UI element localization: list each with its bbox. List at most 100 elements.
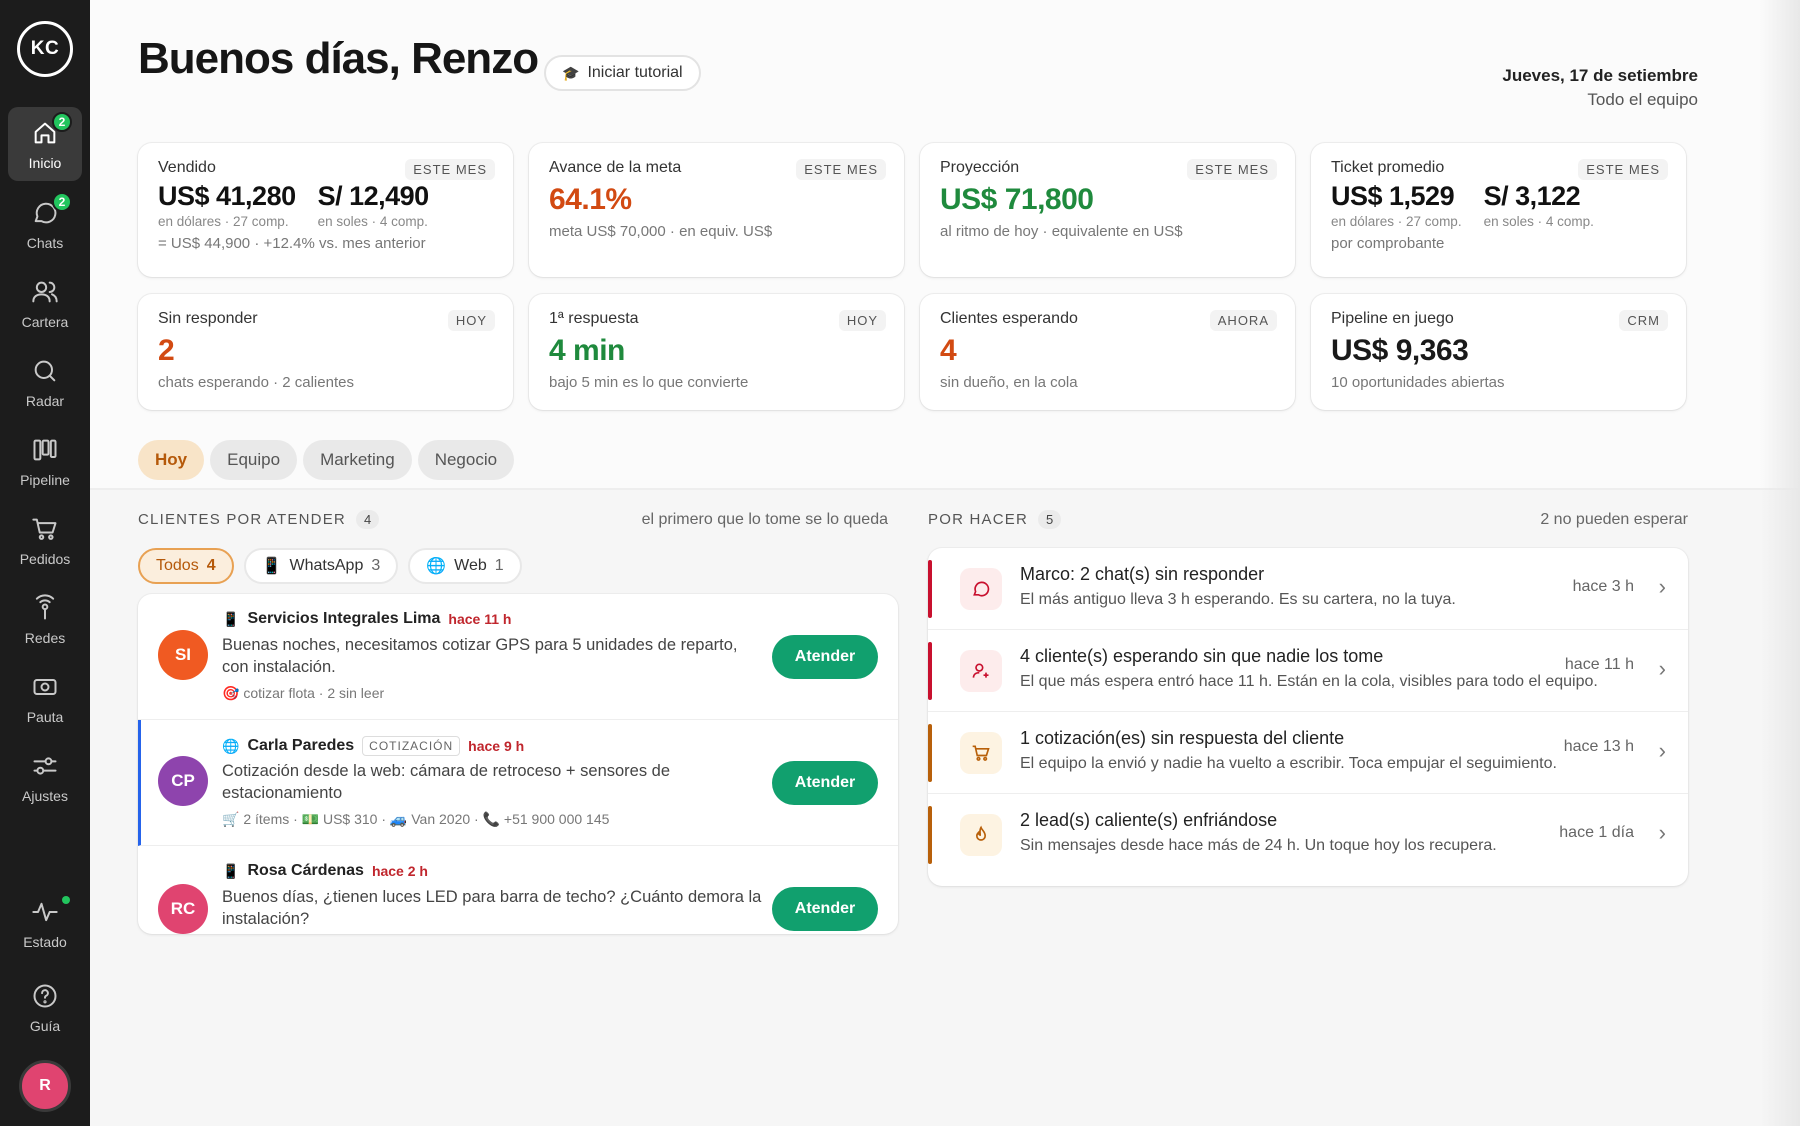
card-subtitle: chats esperando · 2 calientes	[158, 374, 354, 391]
client-meta: 🛒 2 ítems · 💵 US$ 310 · 🚙 Van 2020 · 📞 +…	[222, 811, 610, 827]
client-name: Rosa Cárdenas	[247, 862, 364, 879]
section-count: 4	[355, 510, 380, 529]
status-dot	[62, 896, 70, 904]
list-item[interactable]: RC 📱 Rosa Cárdenas hace 2 h Buenos días,…	[138, 846, 898, 934]
ticket-pen-sub: en soles · 4 comp.	[1483, 214, 1594, 229]
whatsapp-icon: 📱	[222, 610, 240, 627]
attend-button[interactable]: Atender	[772, 887, 878, 931]
pipeline-value: US$ 9,363	[1331, 334, 1469, 367]
sidebar-item-radar[interactable]: Radar	[8, 345, 82, 419]
sidebar-item-label: Cartera	[21, 314, 69, 330]
todo-item[interactable]: 2 lead(s) caliente(s) enfriándose Sin me…	[928, 794, 1688, 876]
channel-filters: Todos 4 📱 WhatsApp 3 🌐 Web 1	[138, 548, 522, 584]
todo-subtitle: El equipo la envió y nadie ha vuelto a e…	[1020, 755, 1557, 772]
ads-icon	[33, 679, 57, 695]
waiting-time: hace 9 h	[468, 738, 525, 754]
card-subtitle: meta US$ 70,000 · en equiv. US$	[549, 223, 773, 240]
sidebar-item-ajustes[interactable]: Ajustes	[8, 740, 82, 814]
sidebar-item-pauta[interactable]: Pauta	[8, 661, 82, 735]
tab-marketing[interactable]: Marketing	[303, 440, 412, 480]
filter-count: 3	[371, 557, 381, 574]
todo-time: hace 1 día	[1559, 824, 1634, 841]
tutorial-label: Iniciar tutorial	[587, 64, 683, 81]
sidebar-item-cartera[interactable]: Cartera	[8, 266, 82, 340]
card-ticket[interactable]: Ticket promedio ESTE MES US$ 1,529 en dól…	[1311, 143, 1686, 277]
todo-title: 1 cotización(es) sin respuesta del clien…	[1020, 728, 1345, 748]
flame-icon	[960, 814, 1002, 856]
sales-usd: US$ 41,280	[158, 181, 296, 211]
card-tag: ESTE MES	[405, 159, 495, 180]
filter-label: Todos	[156, 557, 199, 574]
card-meta[interactable]: Avance de la meta ESTE MES 64.1% meta US…	[529, 143, 904, 277]
user-avatar[interactable]: R	[19, 1060, 71, 1112]
sidebar-item-estado[interactable]: Estado	[8, 886, 82, 960]
user-plus-icon	[960, 650, 1002, 692]
card-sin-responder[interactable]: Sin responder HOY 2 chats esperando · 2 …	[138, 294, 513, 410]
todo-item[interactable]: 1 cotización(es) sin respuesta del clien…	[928, 712, 1688, 794]
list-item[interactable]: CP 🌐 Carla Paredes COTIZACIÓN hace 9 h C…	[138, 720, 898, 846]
sidebar-item-label: Estado	[23, 934, 67, 950]
todo-title: Marco: 2 chat(s) sin responder	[1020, 564, 1265, 584]
team-scope[interactable]: Todo el equipo	[1587, 90, 1698, 110]
todo-item[interactable]: Marco: 2 chat(s) sin responder El más an…	[928, 548, 1688, 630]
client-message: Cotización desde la web: cámara de retro…	[222, 762, 671, 802]
help-icon	[33, 984, 57, 1008]
card-subtitle: sin dueño, en la cola	[940, 374, 1078, 391]
card-proyeccion[interactable]: Proyección ESTE MES US$ 71,800 al ritmo …	[920, 143, 1295, 277]
tab-equipo[interactable]: Equipo	[210, 440, 298, 480]
todo-title: 4 cliente(s) esperando sin que nadie los…	[1020, 646, 1384, 666]
sidebar-item-redes[interactable]: Redes	[8, 582, 82, 656]
tab-hoy[interactable]: Hoy	[138, 440, 205, 480]
filter-web[interactable]: 🌐 Web 1	[408, 548, 522, 584]
sidebar-item-chats[interactable]: 2 Chats	[8, 187, 82, 261]
todo-section-title: POR HACER 5	[928, 510, 1062, 529]
filter-count: 1	[494, 557, 504, 574]
quote-tag: COTIZACIÓN	[362, 736, 461, 756]
attend-button[interactable]: Atender	[772, 635, 878, 679]
todo-item[interactable]: 4 cliente(s) esperando sin que nadie los…	[928, 630, 1688, 712]
list-item[interactable]: SI 📱 Servicios Integrales Lima hace 11 h…	[138, 594, 898, 720]
sales-pen-sub: en soles · 4 comp.	[317, 214, 428, 229]
sidebar-item-guia[interactable]: Guía	[8, 970, 82, 1044]
waiting-time: hace 2 h	[371, 863, 428, 879]
filter-todos[interactable]: Todos 4	[138, 548, 234, 584]
card-primera-respuesta[interactable]: 1ª respuesta HOY 4 min bajo 5 min es lo …	[529, 294, 904, 410]
sales-usd-sub: en dólares · 27 comp.	[158, 214, 289, 229]
sidebar-item-inicio[interactable]: 2 Inicio	[8, 107, 82, 181]
card-vendido[interactable]: Vendido ESTE MES US$ 41,280 en dólares · …	[138, 143, 513, 277]
avatar: SI	[158, 630, 208, 680]
users-icon	[32, 281, 58, 303]
dashboard-tabs: Hoy Equipo Marketing Negocio	[138, 440, 515, 480]
client-name: Carla Paredes	[247, 737, 355, 754]
goal-progress-value: 64.1%	[549, 183, 632, 216]
sidebar-item-label: Radar	[25, 393, 65, 409]
tab-negocio[interactable]: Negocio	[417, 440, 515, 480]
card-tag: HOY	[838, 310, 886, 331]
filter-count: 4	[206, 557, 216, 574]
card-title: 1ª respuesta	[549, 310, 639, 327]
waiting-time: hace 11 h	[448, 611, 512, 627]
sidebar-item-label: Pedidos	[19, 551, 71, 567]
sidebar-item-pipeline[interactable]: Pipeline	[8, 424, 82, 498]
todo-time: hace 11 h	[1564, 656, 1634, 673]
priority-bar	[928, 724, 932, 782]
attend-button[interactable]: Atender	[772, 761, 878, 805]
priority-bar	[928, 560, 932, 618]
sidebar-item-label: Guía	[29, 1018, 61, 1034]
ticket-pen: S/ 3,122	[1483, 181, 1581, 211]
main-content: Buenos días, Renzo 🎓 Iniciar tutorial Ju…	[90, 0, 1800, 1126]
card-footer: por comprobante	[1331, 235, 1445, 252]
card-clientes-esperando[interactable]: Clientes esperando AHORA 4 sin dueño, en…	[920, 294, 1295, 410]
company-logo[interactable]: KC	[17, 21, 73, 77]
clients-section-title: CLIENTES POR ATENDER 4	[138, 510, 380, 529]
card-subtitle: al ritmo de hoy · equivalente en US$	[940, 223, 1183, 240]
notification-badge: 2	[52, 192, 72, 212]
sales-pen: S/ 12,490	[317, 181, 430, 211]
card-pipeline[interactable]: Pipeline en juego CRM US$ 9,363 10 oport…	[1311, 294, 1686, 410]
activity-icon	[32, 902, 58, 922]
start-tutorial-button[interactable]: 🎓 Iniciar tutorial	[544, 55, 701, 91]
filter-whatsapp[interactable]: 📱 WhatsApp 3	[243, 548, 399, 584]
card-title: Sin responder	[158, 310, 258, 327]
search-icon	[34, 360, 56, 382]
sidebar-item-pedidos[interactable]: Pedidos	[8, 503, 82, 577]
